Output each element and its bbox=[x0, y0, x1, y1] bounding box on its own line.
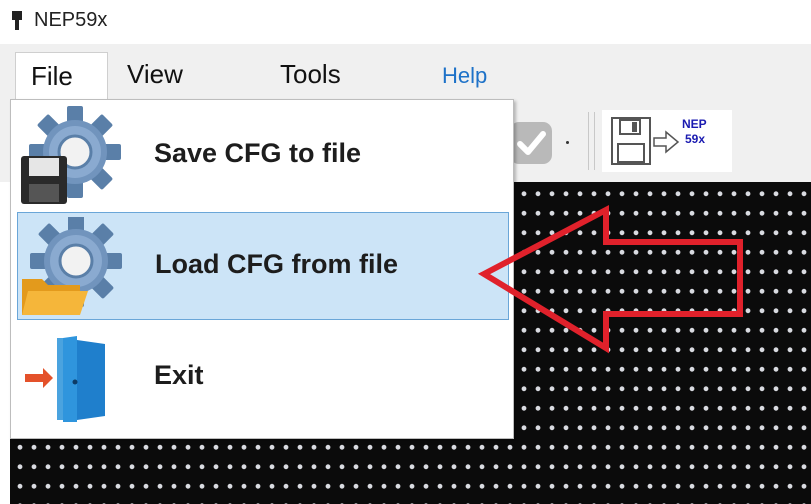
check-toolbar-button[interactable] bbox=[508, 120, 554, 166]
menu-item-save-cfg[interactable]: Save CFG to file bbox=[17, 102, 509, 210]
menu-tools[interactable]: Tools bbox=[280, 56, 341, 92]
window-title: NEP59x bbox=[34, 9, 108, 31]
send-button-line1: NEP bbox=[682, 117, 707, 131]
menu-bar bbox=[0, 44, 811, 100]
send-to-device-button[interactable]: NEP 59x bbox=[602, 110, 732, 172]
annotation-arrow-icon bbox=[477, 205, 743, 354]
toolbar-dot bbox=[566, 141, 569, 144]
save-config-icon bbox=[21, 106, 121, 204]
menu-item-load-label: Load CFG from file bbox=[155, 249, 398, 279]
menu-file[interactable]: File bbox=[15, 52, 108, 100]
app-icon bbox=[12, 11, 22, 30]
floppy-to-device-icon bbox=[611, 117, 680, 165]
menu-item-exit-label: Exit bbox=[154, 360, 204, 390]
send-button-line2: 59x bbox=[685, 132, 706, 146]
menu-item-exit[interactable]: Exit bbox=[17, 324, 509, 432]
menu-item-load-cfg[interactable]: Load CFG from file bbox=[17, 212, 509, 320]
menu-file-label: File bbox=[31, 61, 73, 91]
title-bar: NEP59x bbox=[0, 0, 811, 40]
menu-item-save-label: Save CFG to file bbox=[154, 138, 362, 168]
menu-help[interactable]: Help bbox=[442, 58, 487, 94]
load-config-icon bbox=[22, 217, 122, 315]
file-menu-dropdown: Save CFG to file Load CFG from file Exit bbox=[10, 99, 514, 439]
exit-door-icon bbox=[25, 336, 105, 422]
toolbar-separator bbox=[588, 112, 595, 170]
menu-view[interactable]: View bbox=[127, 56, 183, 92]
